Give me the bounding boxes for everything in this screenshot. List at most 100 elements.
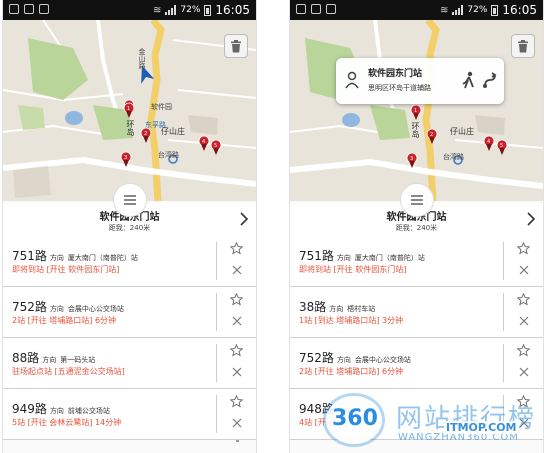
divider — [216, 395, 217, 433]
close-icon[interactable] — [232, 265, 242, 275]
close-icon[interactable] — [519, 367, 529, 377]
close-icon[interactable] — [232, 367, 242, 377]
arrival-status: 1站 [到达 塔埔路口站] 3分钟 — [299, 316, 404, 325]
map-label-taiwan-road: 台湾路 — [158, 151, 179, 159]
app-notification-icon — [39, 4, 49, 14]
scroll-indicator — [236, 440, 239, 442]
close-icon[interactable] — [519, 316, 529, 326]
arrival-status: 2站 [开往 塔埔路口站] 6分钟 — [12, 316, 117, 325]
direction-label: 方向 — [49, 305, 64, 313]
battery-percent: 72% — [467, 5, 488, 15]
trash-icon — [518, 39, 528, 52]
direction-label: 方向 — [329, 305, 344, 313]
route-direction: 会展中心公交场站 — [354, 356, 411, 364]
direction-label: 方向 — [49, 254, 64, 262]
watermark-corner: ITMOP.COM — [444, 421, 519, 434]
divider — [503, 242, 504, 280]
popup-stop-name: 软件园东门站 — [368, 69, 423, 79]
panel-drag-handle[interactable] — [399, 183, 434, 217]
svg-text:1: 1 — [127, 106, 130, 112]
battery-icon — [204, 4, 212, 16]
trash-button[interactable] — [511, 34, 535, 58]
route-direction: 会展中心公交场站 — [67, 305, 124, 313]
person-icon[interactable] — [344, 71, 360, 89]
star-icon[interactable] — [517, 344, 530, 357]
signal-icon — [165, 5, 177, 15]
svg-text:3: 3 — [410, 156, 413, 162]
stop-info-popup[interactable]: 软件园东门站 思明区环岛干道辅路 — [336, 58, 504, 104]
route-icon[interactable] — [482, 71, 498, 89]
route-direction: 厦大南门（南普陀）站 — [354, 254, 425, 262]
map-label-huandao: 环岛 — [126, 120, 135, 136]
arrival-status: 驻场起点站 [五通泥金公交场站] — [12, 367, 125, 376]
battery-icon — [491, 4, 499, 16]
route-card[interactable]: 38路 方向 梧村车站 1站 [到达 塔埔路口站] 3分钟 — [290, 287, 543, 338]
menu-icon — [410, 193, 423, 208]
close-icon[interactable] — [232, 316, 242, 326]
star-icon[interactable] — [517, 293, 530, 306]
clock: 16:05 — [502, 3, 537, 17]
menu-icon — [123, 193, 136, 208]
close-icon[interactable] — [519, 265, 529, 275]
wifi-icon: ≋ — [440, 4, 449, 16]
svg-text:3: 3 — [124, 155, 127, 161]
app-notification-icon — [326, 4, 336, 14]
route-card[interactable]: 751路 方向 厦大南门（南普陀）站 即将到站 [开往 软件园东门站] — [3, 236, 256, 287]
arrival-status: 2站 [开往 塔埔路口站] 6分钟 — [299, 367, 404, 376]
divider — [216, 344, 217, 382]
star-icon[interactable] — [230, 395, 243, 408]
map-label-ruanjian-park: 软件园 — [151, 103, 172, 111]
watermark-logo: 360 — [326, 396, 382, 444]
map-label-jinshan-road: 金山路 — [138, 48, 146, 69]
route-number: 752路 — [299, 351, 334, 365]
phone-screen-left: ≋ 72% 16:05 1 2 3 4 5 金山路 软件园 东孚路 环岛 台湾路… — [2, 0, 257, 453]
map-view[interactable]: 1 2 3 4 5 环岛 台湾路 仔山庄 — [290, 20, 543, 201]
star-icon[interactable] — [517, 242, 530, 255]
svg-text:2: 2 — [144, 131, 147, 137]
route-number: 752路 — [12, 300, 47, 314]
route-card[interactable]: 949路 方向 前埔公交场站 5站 [开往 会林云鹭站] 14分钟 — [3, 389, 256, 440]
close-icon[interactable] — [232, 418, 242, 428]
route-card[interactable]: 752路 方向 会展中心公交场站 2站 [开往 塔埔路口站] 6分钟 — [290, 338, 543, 389]
arrival-status: 5站 [开往 会林云鹭站] 14分钟 — [12, 418, 122, 427]
trash-button[interactable] — [224, 34, 248, 58]
image-icon — [24, 4, 34, 14]
route-number: 949路 — [12, 402, 47, 416]
route-number: 88路 — [12, 351, 40, 365]
chevron-right-icon[interactable] — [240, 212, 248, 226]
chevron-right-icon[interactable] — [527, 212, 535, 226]
star-icon[interactable] — [230, 344, 243, 357]
notification-icon — [296, 4, 306, 14]
map-view[interactable]: 123 45 金山路 软件园 东孚路 环岛 台湾路 仔山庄 — [3, 20, 256, 201]
watermark-brand: 360 — [332, 406, 378, 431]
direction-label: 方向 — [336, 356, 351, 364]
popup-stop-address: 思明区环岛干道辅路 — [368, 84, 431, 92]
star-icon[interactable] — [230, 242, 243, 255]
panel-drag-handle[interactable] — [112, 183, 147, 217]
route-direction: 第一码头站 — [60, 356, 96, 364]
route-number: 751路 — [12, 249, 47, 263]
route-card[interactable]: 752路 方向 会展中心公交场站 2站 [开往 塔埔路口站] 6分钟 — [3, 287, 256, 338]
route-number: 751路 — [299, 249, 334, 263]
route-direction: 梧村车站 — [347, 305, 376, 313]
star-icon[interactable] — [230, 293, 243, 306]
map-label-taiwan-road: 台湾路 — [443, 153, 464, 161]
watermark: 360 网站排行榜 WANGZHAN360.COM ITMOP.COM — [326, 392, 544, 452]
route-list: 751路 方向 厦大南门（南普陀）站 即将到站 [开往 软件园东门站] 752路 方向… — [3, 236, 256, 440]
direction-label: 方向 — [42, 356, 57, 364]
clock: 16:05 — [215, 3, 250, 17]
route-card[interactable]: 88路 方向 第一码头站 驻场起点站 [五通泥金公交场站] — [3, 338, 256, 389]
signal-icon — [452, 5, 464, 15]
walk-icon[interactable] — [460, 71, 476, 89]
arrival-status: 即将到站 [开往 软件园东门站] — [12, 265, 120, 274]
stop-distance: 距我：240米 — [395, 224, 438, 232]
route-card[interactable]: 751路 方向 厦大南门（南普陀）站 即将到站 [开往 软件园东门站] — [290, 236, 543, 287]
direction-label: 方向 — [49, 407, 64, 415]
divider — [503, 293, 504, 331]
route-direction: 前埔公交场站 — [67, 407, 110, 415]
svg-text:4: 4 — [202, 139, 205, 145]
svg-text:5: 5 — [214, 143, 217, 149]
divider — [503, 344, 504, 382]
image-icon — [311, 4, 321, 14]
svg-text:1: 1 — [414, 108, 417, 114]
